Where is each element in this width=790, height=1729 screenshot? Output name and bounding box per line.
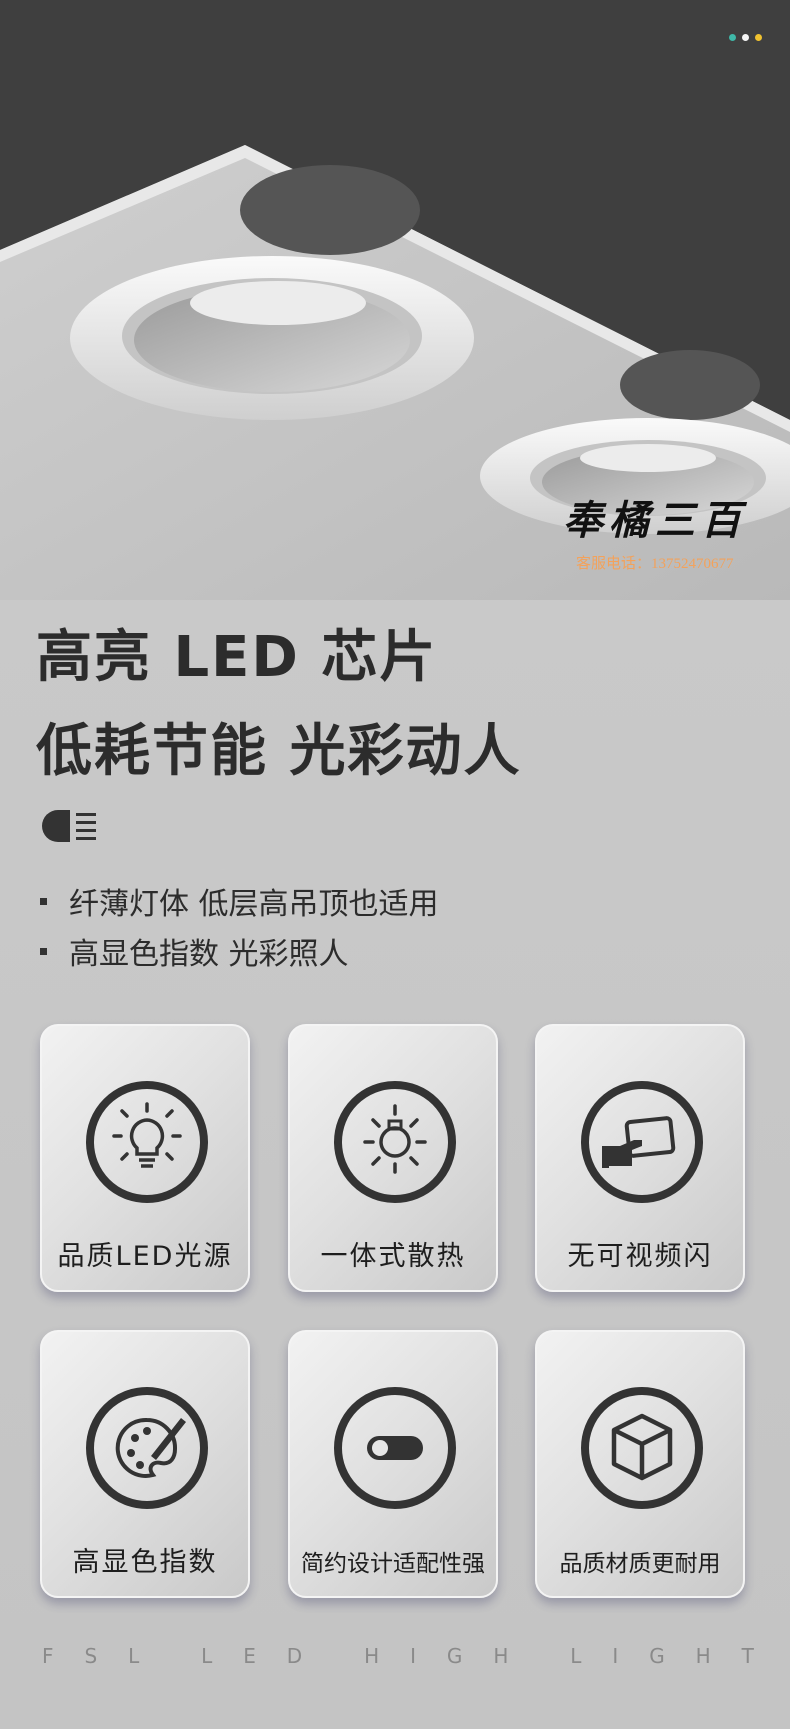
card-no-flicker: 无可视频闪: [535, 1024, 745, 1292]
footer-letter: D: [286, 1644, 303, 1668]
footer-letter: H: [493, 1644, 509, 1668]
card-led-source: 品质LED光源: [40, 1024, 250, 1292]
feature-text: 高显色指数 光彩照人: [69, 937, 349, 972]
card-label: 品质LED光源: [57, 1241, 233, 1272]
feature-list: 纤薄灯体 低层高吊顶也适用 高显色指数 光彩照人: [40, 876, 439, 976]
card-durable-material: 品质材质更耐用: [535, 1330, 745, 1598]
card-label: 高显色指数: [72, 1547, 218, 1578]
sun-bulb-icon: [334, 1081, 456, 1203]
feature-item: 高显色指数 光彩照人: [40, 926, 439, 976]
card-label: 无可视频闪: [567, 1241, 713, 1272]
hand-phone-icon: [581, 1081, 703, 1203]
bullet-icon: [40, 947, 47, 955]
headline-line-1: 高亮 LED 芯片: [36, 625, 438, 690]
card-label: 品质材质更耐用: [559, 1551, 721, 1577]
headline-line-2: 低耗节能 光彩动人: [36, 719, 522, 784]
footer-slogan: F S L L E D H I G H L I G H T: [42, 1644, 754, 1668]
footer-letter: S: [84, 1644, 98, 1668]
card-label: 一体式散热: [320, 1241, 466, 1272]
footer-letter: L: [570, 1644, 582, 1668]
footer-letter: H: [364, 1644, 380, 1668]
footer-letter: F: [42, 1644, 54, 1668]
palette-icon: [86, 1387, 208, 1509]
customer-service-phone: 客服电话：13752470677: [576, 556, 734, 572]
dot-yellow: [755, 34, 762, 41]
footer-letter: G: [649, 1644, 665, 1668]
feature-item: 纤薄灯体 低层高吊顶也适用: [40, 876, 439, 926]
footer-letter: L: [201, 1644, 213, 1668]
footer-letter: H: [695, 1644, 711, 1668]
toggle-icon: [334, 1387, 456, 1509]
footer-letter: T: [741, 1644, 754, 1668]
dot-teal: [729, 34, 736, 41]
footer-letter: I: [612, 1644, 619, 1668]
dot-white: [742, 34, 749, 41]
cube-icon: [581, 1387, 703, 1509]
feature-text: 纤薄灯体 低层高吊顶也适用: [69, 887, 439, 922]
card-color-index: 高显色指数: [40, 1330, 250, 1598]
card-heat-dissipation: 一体式散热: [288, 1024, 498, 1292]
card-label: 简约设计适配性强: [301, 1551, 485, 1577]
footer-letter: E: [243, 1644, 256, 1668]
menu-dots[interactable]: [729, 34, 762, 41]
footer-letter: L: [128, 1644, 140, 1668]
bullet-icon: [40, 897, 47, 905]
footer-letter: G: [446, 1644, 463, 1668]
lightbulb-icon: [86, 1081, 208, 1203]
card-simple-design: 简约设计适配性强: [288, 1330, 498, 1598]
shop-logo-text: 奉橘三百: [563, 497, 747, 544]
footer-letter: I: [410, 1644, 416, 1668]
headlight-icon: [42, 810, 96, 842]
